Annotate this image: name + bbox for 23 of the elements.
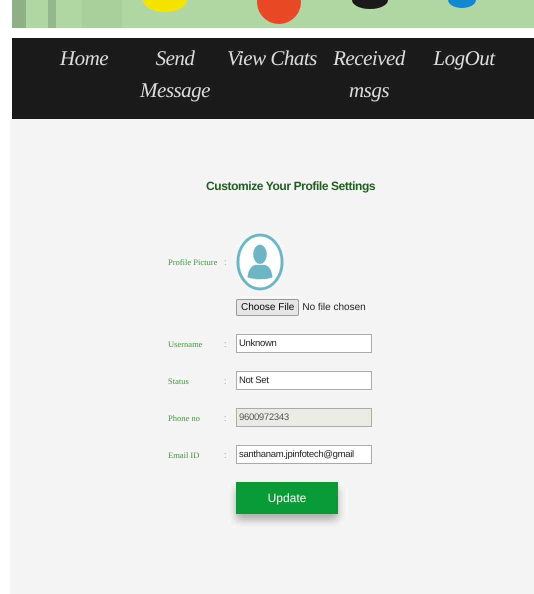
- separator: :: [224, 338, 228, 348]
- nav-link[interactable]: LogOut: [416, 42, 512, 119]
- separator: :: [224, 376, 228, 386]
- separator: :: [224, 257, 228, 267]
- nav-link[interactable]: View Chats: [222, 42, 322, 119]
- page-title: Customize Your Profile Settings: [206, 179, 376, 193]
- avatar-icon: [236, 233, 284, 291]
- field-label: Email ID: [168, 450, 200, 460]
- field-label: Status: [168, 376, 190, 386]
- input-field[interactable]: santhanam.jpinfotech@gmail: [236, 445, 372, 464]
- field-label: Username: [168, 338, 204, 348]
- input-field[interactable]: Not Set: [236, 371, 372, 390]
- field-label: Phone no: [168, 412, 201, 422]
- update-button[interactable]: Update: [236, 482, 338, 514]
- field-label: Profile Picture: [168, 257, 218, 267]
- choose-file-button[interactable]: Choose File: [236, 299, 300, 316]
- nav-link[interactable]: Received msgs: [322, 42, 416, 119]
- nav-link[interactable]: Send Message: [128, 42, 222, 119]
- nav-link[interactable]: Home: [40, 42, 128, 119]
- separator: :: [224, 450, 228, 460]
- input-field[interactable]: Unknown: [236, 334, 372, 353]
- file-status: No file chosen: [302, 302, 366, 313]
- separator: :: [224, 412, 228, 422]
